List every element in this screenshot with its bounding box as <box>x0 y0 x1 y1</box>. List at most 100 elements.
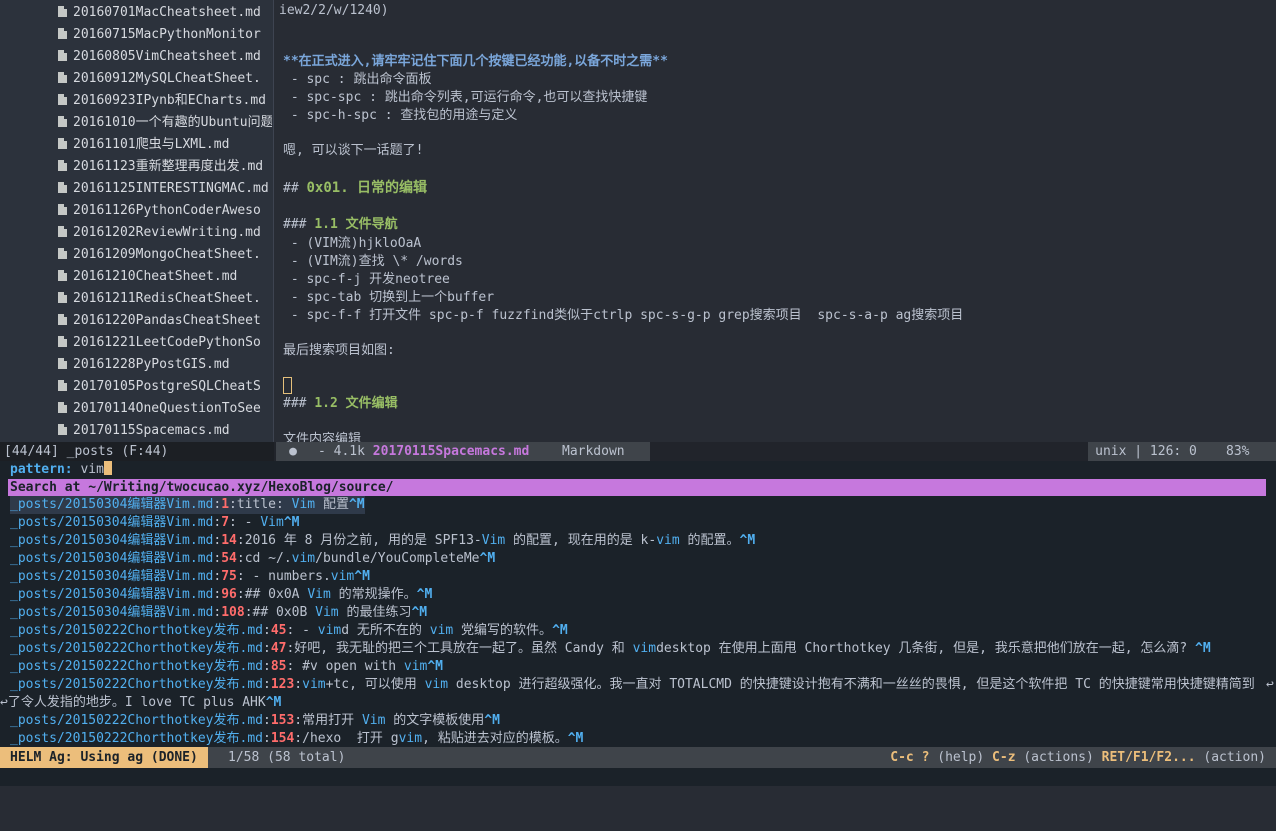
result-text: 常用打开 <box>302 713 362 728</box>
helm-results-list[interactable]: Search at ~/Writing/twocucao.xyz/HexoBlo… <box>0 479 1276 747</box>
key-hint-desc: (actions) <box>1015 750 1102 765</box>
separator: : <box>262 731 271 746</box>
result-row[interactable]: _posts/20150304编辑器Vim.md:108:## 0x0B Vim… <box>10 604 427 622</box>
buffer-filename: 20170115Spacemacs.md <box>372 444 530 459</box>
file-tree-item[interactable]: 20161123重新整理再度出发.md <box>58 156 272 178</box>
file-tree-item[interactable]: 20161209MongoCheatSheet. <box>58 244 272 266</box>
separator: : <box>262 677 271 692</box>
file-name: 20161209MongoCheatSheet. <box>73 247 261 262</box>
heading-text: 1.2 文件编辑 <box>314 396 398 411</box>
file-icon <box>58 358 67 369</box>
wrap-indicator-icon: ↩ <box>0 695 8 710</box>
file-icon <box>58 94 67 105</box>
file-tree-item[interactable]: 20160715MacPythonMonitor <box>58 24 272 46</box>
file-name: 20161221LeetCodePythonSo <box>73 335 261 350</box>
file-name: 20170114OneQuestionToSee <box>73 401 261 416</box>
result-line-number: 45 <box>270 623 287 638</box>
file-tree-item[interactable]: 20160912MySQLCheatSheet. <box>58 68 272 90</box>
result-path: _posts/20150222Chorthotkey发布.md <box>10 731 263 746</box>
file-name: 20170105PostgreSQLCheatS <box>73 379 261 394</box>
result-continuation[interactable]: ↩了令人发指的地步。I love TC plus AHK^M <box>0 694 281 712</box>
heading-marker: ### <box>283 217 315 232</box>
result-row[interactable]: _posts/20150222Chorthotkey发布.md:123:vim+… <box>10 676 1274 694</box>
file-tree-item[interactable]: 20160805VimCheatsheet.md <box>58 46 272 68</box>
separator: : <box>262 659 271 674</box>
result-path: _posts/20150222Chorthotkey发布.md <box>10 623 263 638</box>
file-tree-item[interactable]: 20161202ReviewWriting.md <box>58 222 272 244</box>
separator: : <box>236 569 245 584</box>
separator: : <box>236 533 245 548</box>
result-line-number: 85 <box>270 659 287 674</box>
file-tree-item[interactable]: 20161228PyPostGIS.md <box>58 354 272 376</box>
control-char: ^M <box>265 695 282 710</box>
file-name: 20160701MacCheatsheet.md <box>73 5 261 20</box>
result-row[interactable]: _posts/20150304编辑器Vim.md:7: - Vim^M <box>10 514 299 532</box>
result-row[interactable]: _posts/20150222Chorthotkey发布.md:154:/hex… <box>10 730 583 748</box>
result-text: 的常规操作。 <box>330 587 417 602</box>
result-text: title: <box>236 497 292 512</box>
result-text: 党编写的软件。 <box>453 623 553 638</box>
file-tree-item[interactable]: 20161010一个有趣的Ubuntu问题 <box>58 112 272 134</box>
file-tree-item[interactable]: 20161220PandasCheatSheet <box>58 310 272 332</box>
file-tree-item[interactable]: 20160923IPynb和ECharts.md <box>58 90 272 112</box>
result-row[interactable]: _posts/20150222Chorthotkey发布.md:85: #v o… <box>10 658 443 676</box>
file-name: 20160805VimCheatsheet.md <box>73 49 261 64</box>
file-icon <box>58 116 67 127</box>
result-path: _posts/20150304编辑器Vim.md <box>10 569 214 584</box>
file-tree-item[interactable]: 20170114OneQuestionToSee <box>58 398 272 420</box>
result-path: _posts/20150222Chorthotkey发布.md <box>10 677 263 692</box>
result-text: - <box>236 515 261 530</box>
match-highlight: vim <box>429 623 454 638</box>
match-highlight: vim <box>424 677 449 692</box>
file-tree-item[interactable]: 20161125INTERESTINGMAC.md <box>58 178 272 200</box>
editor-line-nav-3: - spc-f-j 开发neotree <box>283 272 450 287</box>
control-char: ^M <box>411 605 428 620</box>
file-name: 20170115Spacemacs.md <box>73 423 230 438</box>
result-row[interactable]: _posts/20150222Chorthotkey发布.md:153:常用打开… <box>10 712 500 730</box>
result-row[interactable]: _posts/20150222Chorthotkey发布.md:47:好吧, 我… <box>10 640 1211 658</box>
control-char: ^M <box>567 731 584 746</box>
result-row[interactable]: _posts/20150304编辑器Vim.md:75: - numbers.v… <box>10 568 370 586</box>
helm-key-hints: C-c ? (help) C-z (actions) RET/F1/F2... … <box>890 747 1266 768</box>
major-mode[interactable]: Markdown <box>550 442 650 461</box>
buffer-percent: 83% <box>1204 442 1276 461</box>
file-name: 20160912MySQLCheatSheet. <box>73 71 261 86</box>
file-tree-item[interactable]: 20161210CheatSheet.md <box>58 266 272 288</box>
result-row[interactable]: _posts/20150304编辑器Vim.md:14:2016 年 8 月份之… <box>10 532 755 550</box>
result-row[interactable]: _posts/20150304编辑器Vim.md:1:title: Vim 配置… <box>10 496 365 514</box>
file-tree-item[interactable]: 20161211RedisCheatSheet. <box>58 288 272 310</box>
separator: : <box>229 497 237 512</box>
key-hint-key: RET/F1/F2... <box>1101 750 1196 765</box>
file-icon <box>58 292 67 303</box>
file-name: 20161125INTERESTINGMAC.md <box>73 181 269 196</box>
result-path: _posts/20150304编辑器Vim.md <box>10 587 214 602</box>
result-row[interactable]: _posts/20150222Chorthotkey发布.md:45: - vi… <box>10 622 568 640</box>
file-tree-item[interactable]: 20161221LeetCodePythonSo <box>58 332 272 354</box>
result-row[interactable]: _posts/20150304编辑器Vim.md:54:cd ~/.vim/bu… <box>10 550 495 568</box>
editor-heading-h3-edit: ### 1.2 文件编辑 <box>283 395 398 413</box>
editor-cursor-line[interactable] <box>283 377 292 395</box>
result-text: /bundle/YouCompleteMe <box>315 551 480 566</box>
file-tree-pane[interactable]: 20160701MacCheatsheet.md 20160715MacPytho… <box>0 0 274 442</box>
key-hint-key: C-c ? <box>890 750 930 765</box>
helm-pattern-input[interactable]: pattern: vim <box>0 461 1276 479</box>
match-highlight: Vim <box>291 497 316 512</box>
result-line-number: 153 <box>270 713 295 728</box>
control-char: ^M <box>1195 641 1211 656</box>
control-char: ^M <box>427 659 444 674</box>
file-tree-item[interactable]: 20160701MacCheatsheet.md <box>58 2 272 24</box>
pane-divider[interactable] <box>273 0 274 442</box>
editor-buffer[interactable]: iew2/2/w/1240) **在正式进入,请牢牢记住下面几个按键已经功能,以… <box>275 0 1276 442</box>
result-row[interactable]: _posts/20150304编辑器Vim.md:96:## 0x0A Vim … <box>10 586 432 604</box>
pattern-value[interactable]: vim <box>80 462 103 477</box>
helm-candidate-count: 1/58 (58 total) <box>228 750 346 765</box>
control-char: ^M <box>552 623 568 638</box>
file-tree-item[interactable]: 20170115Spacemacs.md <box>58 420 272 442</box>
file-tree-item[interactable]: 20170105PostgreSQLCheatS <box>58 376 272 398</box>
result-text: 的配置, 现在用的是 k- <box>505 533 657 548</box>
file-tree-item[interactable]: 20161126PythonCoderAweso <box>58 200 272 222</box>
file-icon <box>58 270 67 281</box>
match-highlight: Vim <box>361 713 386 728</box>
file-tree-item[interactable]: 20161101爬虫与LXML.md <box>58 134 272 156</box>
result-line-number: 14 <box>221 533 237 548</box>
